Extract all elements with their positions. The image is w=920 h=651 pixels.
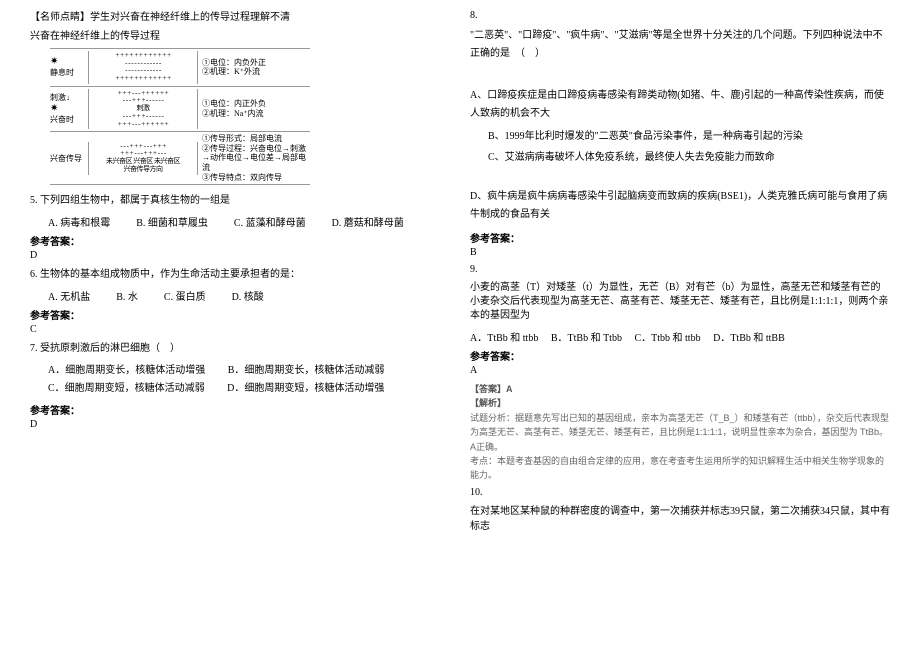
note-0-1: ①电位：内负外正 xyxy=(202,58,310,68)
q8-num: 8. xyxy=(470,10,890,21)
q6-ans: C xyxy=(30,324,450,335)
q9-analysis: 试题分析：据题意先写出已知的基因组成，亲本为高茎无芒（T_B_）和矮茎有芒（tt… xyxy=(470,411,890,454)
subarrow: 兴奋传导方向 xyxy=(91,166,195,174)
charges-bot-0: + + + + + + + + + + + + xyxy=(91,75,195,83)
charges-bot-1: + + + - - - + + + + + + xyxy=(91,121,195,129)
q7-text: 7. 受抗原刺激后的淋巴细胞（ ） xyxy=(30,341,450,356)
q10-num: 10. xyxy=(470,487,890,498)
q6-ans-label: 参考答案： xyxy=(30,307,450,322)
q9-opt-c: C．Ttbb 和 ttbb xyxy=(634,333,700,344)
q7-opt-d: D．细胞周期变短，核糖体活动增强 xyxy=(227,383,384,394)
q5-opt-d: D. 蘑菇和酵母菌 xyxy=(332,214,404,229)
arrow-label: 刺激↓ xyxy=(50,93,70,102)
q8-opt-d: D、疯牛病是疯牛病病毒感染牛引起脑病变而致病的疾病(BSE1)，人类克雅氏病可能… xyxy=(470,188,890,224)
burst-icon: ✷ xyxy=(50,56,56,67)
q9-ans2: 【答案】A xyxy=(470,382,890,396)
note-1-2: ②机理：Na⁺内流 xyxy=(202,109,310,119)
row-label-1: 兴奋时 xyxy=(50,115,74,124)
q7-options: A．细胞周期变长，核糖体活动增强 B．细胞周期变长，核糖体活动减弱 C．细胞周期… xyxy=(48,362,450,398)
q5-opt-c: C. 蓝藻和酵母菌 xyxy=(234,214,306,229)
q7-opt-b: B．细胞周期变长，核糖体活动减弱 xyxy=(228,365,385,376)
note-2-3: ③传导特点：双向传导 xyxy=(202,173,310,183)
q7-ans: D xyxy=(30,419,450,430)
q8-opt-b: B、1999年比利时爆发的"二恶英"食品污染事件，是一种病毒引起的污染 xyxy=(488,129,890,144)
q10-text: 在对某地区某种鼠的种群密度的调查中，第一次捕获并标志39只鼠，第二次捕获34只鼠… xyxy=(470,504,890,534)
q8-ans: B xyxy=(470,247,890,258)
q8-ans-label: 参考答案： xyxy=(470,230,890,245)
q9-analysis-label: 【解析】 xyxy=(470,396,890,410)
q5-opt-a: A. 病毒和根霉 xyxy=(48,214,110,229)
q8-text: "二恶英"、"口蹄疫"、"疯牛病"、"艾滋病"等是全世界十分关注的几个问题。下列… xyxy=(470,27,890,63)
q9-ans-label: 参考答案： xyxy=(470,348,890,363)
note-0-2: ②机理：K⁺外流 xyxy=(202,67,310,77)
q9-ans: A xyxy=(470,365,890,376)
note-1-1: ①电位：内正外负 xyxy=(202,99,310,109)
q6-opt-a: A. 无机盐 xyxy=(48,288,90,303)
note-2-2: ②传导过程：兴奋电位→刺激→动作电位→电位差→局部电流 xyxy=(202,144,310,173)
intro-2: 兴奋在神经纤维上的传导过程 xyxy=(30,29,450,44)
q9-note: 考点：本题考查基因的自由组合定律的应用，意在考查考生运用所学的知识解释生活中相关… xyxy=(470,454,890,483)
q9-opt-b: B．TtBb 和 Ttbb xyxy=(551,333,622,344)
row-label-2: 兴奋传导 xyxy=(50,154,82,163)
q9-opt-a: A．TtBb 和 ttbb xyxy=(470,333,538,344)
q5-options: A. 病毒和根霉 B. 细菌和草履虫 C. 蓝藻和酵母菌 D. 蘑菇和酵母菌 xyxy=(48,214,450,229)
q6-opt-d: D. 核酸 xyxy=(232,288,264,303)
q6-opt-c: C. 蛋白质 xyxy=(164,288,206,303)
q5-opt-b: B. 细菌和草履虫 xyxy=(136,214,208,229)
note-2-1: ①传导形式：局部电流 xyxy=(202,134,310,144)
q7-opt-a: A．细胞周期变长，核糖体活动增强 xyxy=(48,365,205,376)
intro-1: 【名师点睛】学生对兴奋在神经纤维上的传导过程理解不清 xyxy=(30,10,450,25)
q6-opt-b: B. 水 xyxy=(116,288,138,303)
q9-options: A．TtBb 和 ttbb B．TtBb 和 Ttbb C．Ttbb 和 ttb… xyxy=(470,329,890,344)
row-label-0: 静息时 xyxy=(50,68,74,77)
q5-text: 5. 下列四组生物中，都属于真核生物的一组是 xyxy=(30,193,450,208)
q7-opt-c: C．细胞周期变短，核糖体活动减弱 xyxy=(48,383,205,394)
q6-options: A. 无机盐 B. 水 C. 蛋白质 D. 核酸 xyxy=(48,288,450,303)
q8-opt-a: A、口蹄疫疾症是由口蹄疫病毒感染有蹄类动物(如猪、牛、鹿)引起的一种高传染性疾病… xyxy=(470,87,890,123)
q9-text: 小麦的高茎（T）对矮茎（t）为显性，无芒（B）对有芒（b）为显性，高茎无芒和矮茎… xyxy=(470,281,890,323)
q8-opt-c: C、艾滋病病毒破坏人体免疫系统，最终使人失去免疫能力而致命 xyxy=(488,150,890,165)
q5-ans: D xyxy=(30,250,450,261)
q9-num: 9. xyxy=(470,264,890,275)
nerve-diagram: ✷静息时 + + + + + + + + + + + + - - - - - -… xyxy=(50,48,310,185)
q9-opt-d: D．TtBb 和 ttBB xyxy=(713,333,785,344)
q5-ans-label: 参考答案： xyxy=(30,233,450,248)
burst-icon-2: ✷ xyxy=(50,103,56,114)
q7-ans-label: 参考答案： xyxy=(30,402,450,417)
q6-text: 6. 生物体的基本组成物质中，作为生命活动主要承担者的是： xyxy=(30,267,450,282)
